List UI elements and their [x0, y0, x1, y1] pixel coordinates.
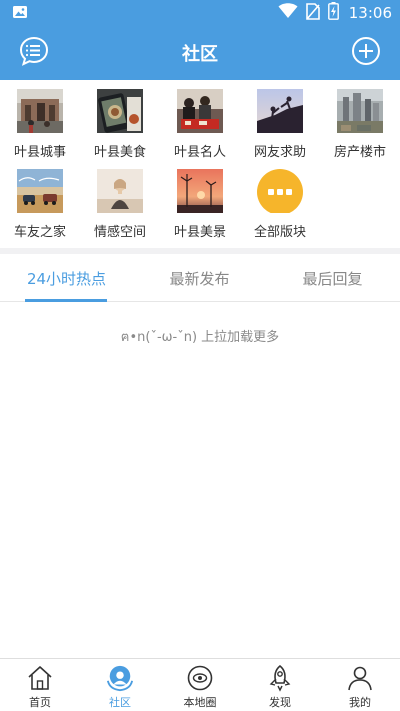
- app-screen: { "status_bar": { "time": "13:06" }, "he…: [0, 0, 400, 711]
- wifi-icon: [278, 3, 298, 23]
- message-list-button[interactable]: [18, 35, 50, 71]
- category-grid: 叶县城事 叶县美食 叶县名人 网友求助 房产楼市 车友之家 情感空间 叶县美景 …: [0, 80, 400, 248]
- category-label: 房产楼市: [333, 145, 386, 160]
- nav-discover[interactable]: 发现: [240, 659, 320, 711]
- category-thumbnail-buildings: [337, 89, 383, 133]
- category-item[interactable]: 情感空间: [80, 160, 160, 240]
- page-title: 社区: [182, 44, 218, 65]
- category-thumbnail-people: [177, 89, 223, 133]
- category-label: 网友求助: [253, 145, 306, 160]
- category-label: 叶县美食: [93, 145, 146, 160]
- app-header: 社区: [0, 26, 400, 80]
- status-bar: 13:06: [0, 0, 400, 26]
- nav-home[interactable]: 首页: [0, 659, 80, 711]
- nav-community[interactable]: 社区: [80, 659, 160, 711]
- tab-last-reply[interactable]: 最后回复: [266, 254, 399, 302]
- category-label: 叶县城事: [13, 145, 66, 160]
- local-circle-icon: [186, 664, 214, 692]
- category-thumbnail-help: [257, 89, 303, 133]
- tab-latest[interactable]: 最新发布: [133, 254, 266, 302]
- add-post-button[interactable]: [350, 37, 382, 69]
- category-item[interactable]: 叶县名人: [160, 80, 240, 160]
- nav-profile[interactable]: 我的: [320, 659, 400, 711]
- nav-label: 我的: [349, 696, 371, 709]
- category-thumbnail-cars: [17, 169, 63, 213]
- category-thumbnail-food: [97, 89, 143, 133]
- category-item[interactable]: 叶县城事: [0, 80, 80, 160]
- active-tab-indicator: [25, 299, 107, 302]
- bottom-nav: 首页 社区 本地圈 发现 我的: [0, 658, 400, 711]
- chat-list-icon: [18, 35, 50, 71]
- category-thumbnail-emotion: [97, 169, 143, 213]
- category-item[interactable]: 房产楼市: [320, 80, 400, 160]
- category-label: 全部版块: [253, 225, 306, 240]
- load-more-hint: ฅ•n(ˇ-ω-ˇn) 上拉加载更多: [120, 330, 280, 345]
- category-thumbnail-more: [257, 169, 303, 213]
- category-label: 叶县美景: [173, 225, 226, 240]
- category-label: 车友之家: [13, 225, 66, 240]
- no-sim-icon: [305, 2, 320, 24]
- community-icon: [106, 664, 134, 692]
- profile-icon: [346, 664, 374, 692]
- nav-label: 发现: [269, 696, 291, 709]
- more-icon: [257, 169, 303, 213]
- plus-circle-icon: [351, 36, 381, 70]
- category-item[interactable]: 叶县美景: [160, 160, 240, 240]
- category-item[interactable]: 叶县美食: [80, 80, 160, 160]
- gallery-notification-icon: [12, 4, 28, 23]
- category-label: 叶县名人: [173, 145, 226, 160]
- category-thumbnail-street: [17, 89, 63, 133]
- status-time: 13:06: [348, 4, 392, 22]
- category-label: 情感空间: [93, 225, 146, 240]
- nav-label: 首页: [29, 696, 51, 709]
- nav-label: 本地圈: [183, 696, 217, 709]
- battery-charging-icon: [327, 2, 339, 24]
- category-thumbnail-scenery: [177, 169, 223, 213]
- rocket-icon: [266, 664, 294, 692]
- nav-local-circle[interactable]: 本地圈: [160, 659, 240, 711]
- category-item[interactable]: 网友求助: [240, 80, 320, 160]
- home-icon: [26, 664, 54, 692]
- category-item[interactable]: 车友之家: [0, 160, 80, 240]
- tab-24h-hot[interactable]: 24小时热点: [0, 254, 133, 302]
- post-tabs: 24小时热点 最新发布 最后回复: [0, 254, 400, 302]
- all-sections-item[interactable]: 全部版块: [240, 160, 320, 240]
- nav-label: 社区: [109, 696, 131, 709]
